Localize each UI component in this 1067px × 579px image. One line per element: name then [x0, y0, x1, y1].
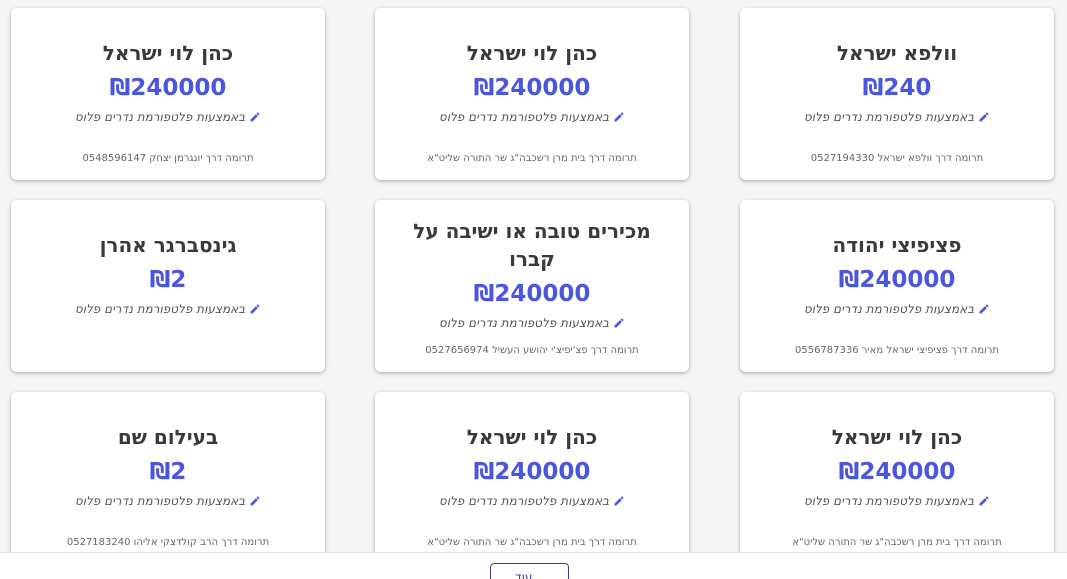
load-more-bar: עוד... — [0, 552, 1067, 579]
donation-amount: ₪240000 — [838, 267, 956, 293]
pencil-icon — [614, 318, 624, 328]
donations-page: וולפא ישראל ₪240 באמצעות פלטפורמת נדרים … — [0, 0, 1067, 579]
platform-line: באמצעות פלטפורמת נדרים פלוס — [804, 301, 990, 317]
donation-card[interactable]: כהן לוי ישראל ₪240000 באמצעות פלטפורמת נ… — [11, 8, 325, 180]
pencil-icon — [614, 112, 624, 122]
donation-via-text: תרומה דרך יונגרמן יצחק 0548596147 — [82, 153, 254, 164]
donation-via-text: תרומה דרך וולפא ישראל 0527194330 — [810, 153, 984, 164]
pencil-icon — [979, 496, 989, 506]
pencil-icon — [979, 112, 989, 122]
platform-line: באמצעות פלטפורמת נדרים פלוס — [439, 109, 625, 125]
donation-amount: ₪240000 — [109, 75, 227, 101]
donor-name: כהן לוי ישראל — [466, 41, 598, 65]
donor-name: כהן לוי ישראל — [466, 425, 598, 449]
donation-amount: ₪240000 — [473, 281, 591, 307]
donation-via-text: תרומה דרך פצ'יפיצ'י יהושע העשיל 05276569… — [425, 345, 639, 356]
donation-via-text: תרומה דרך בית מרן רשכבה"ג שר התורה שליט"… — [427, 537, 637, 548]
donation-card[interactable]: פציפיצי יהודה ₪240000 באמצעות פלטפורמת נ… — [740, 200, 1054, 372]
donation-card[interactable]: כהן לוי ישראל ₪240000 באמצעות פלטפורמת נ… — [740, 392, 1054, 564]
donor-name: כהן לוי ישראל — [831, 425, 963, 449]
donation-card[interactable]: כהן לוי ישראל ₪240000 באמצעות פלטפורמת נ… — [375, 392, 689, 564]
donation-via-text: תרומה דרך פציפיצי ישראל מאיר 0556787336 — [794, 345, 999, 356]
donation-via-text: תרומה דרך בית מרן רשכבה"ג שר התורה שליט"… — [792, 537, 1002, 548]
donation-amount: ₪2 — [149, 267, 187, 293]
platform-text: באמצעות פלטפורמת נדרים פלוס — [74, 494, 246, 508]
donation-card[interactable]: בעילום שם ₪2 באמצעות פלטפורמת נדרים פלוס… — [11, 392, 325, 564]
donation-amount: ₪240 — [862, 75, 932, 101]
platform-text: באמצעות פלטפורמת נדרים פלוס — [438, 494, 610, 508]
platform-text: באמצעות פלטפורמת נדרים פלוס — [438, 316, 610, 330]
platform-text: באמצעות פלטפורמת נדרים פלוס — [74, 302, 246, 316]
donation-card[interactable]: גינסברגר אהרן ₪2 באמצעות פלטפורמת נדרים … — [11, 200, 325, 372]
platform-line: באמצעות פלטפורמת נדרים פלוס — [804, 493, 990, 509]
donor-name: וולפא ישראל — [836, 41, 958, 65]
platform-line: באמצעות פלטפורמת נדרים פלוס — [75, 301, 261, 317]
donation-amount: ₪2 — [149, 459, 187, 485]
donation-amount: ₪240000 — [473, 459, 591, 485]
donation-amount: ₪240000 — [838, 459, 956, 485]
platform-line: באמצעות פלטפורמת נדרים פלוס — [75, 109, 261, 125]
platform-line: באמצעות פלטפורמת נדרים פלוס — [804, 109, 990, 125]
donor-name: בעילום שם — [117, 425, 219, 449]
donor-name: כהן לוי ישראל — [102, 41, 234, 65]
platform-text: באמצעות פלטפורמת נדרים פלוס — [803, 302, 975, 316]
pencil-icon — [979, 304, 989, 314]
donor-name: מכירים טובה או ישיבה על קברו — [413, 219, 651, 271]
platform-text: באמצעות פלטפורמת נדרים פלוס — [438, 110, 610, 124]
load-more-button[interactable]: עוד... — [490, 563, 569, 579]
platform-line: באמצעות פלטפורמת נדרים פלוס — [75, 493, 261, 509]
pencil-icon — [250, 304, 260, 314]
donation-card[interactable]: מכירים טובה או ישיבה על קברו ₪240000 באמ… — [375, 200, 689, 372]
platform-text: באמצעות פלטפורמת נדרים פלוס — [803, 494, 975, 508]
pencil-icon — [614, 496, 624, 506]
donor-name: פציפיצי יהודה — [832, 233, 962, 257]
platform-text: באמצעות פלטפורמת נדרים פלוס — [803, 110, 975, 124]
platform-line: באמצעות פלטפורמת נדרים פלוס — [439, 315, 625, 331]
pencil-icon — [250, 112, 260, 122]
pencil-icon — [250, 496, 260, 506]
donor-name: גינסברגר אהרן — [99, 233, 237, 257]
donation-amount: ₪240000 — [473, 75, 591, 101]
platform-line: באמצעות פלטפורמת נדרים פלוס — [439, 493, 625, 509]
donation-card[interactable]: כהן לוי ישראל ₪240000 באמצעות פלטפורמת נ… — [375, 8, 689, 180]
platform-text: באמצעות פלטפורמת נדרים פלוס — [74, 110, 246, 124]
donation-via-text: תרומה דרך הרב קולדצקי אליהו 0527183240 — [66, 537, 270, 548]
donation-via-text: תרומה דרך בית מרן רשכבה"ג שר התורה שליט"… — [427, 153, 637, 164]
donation-card[interactable]: וולפא ישראל ₪240 באמצעות פלטפורמת נדרים … — [740, 8, 1054, 180]
